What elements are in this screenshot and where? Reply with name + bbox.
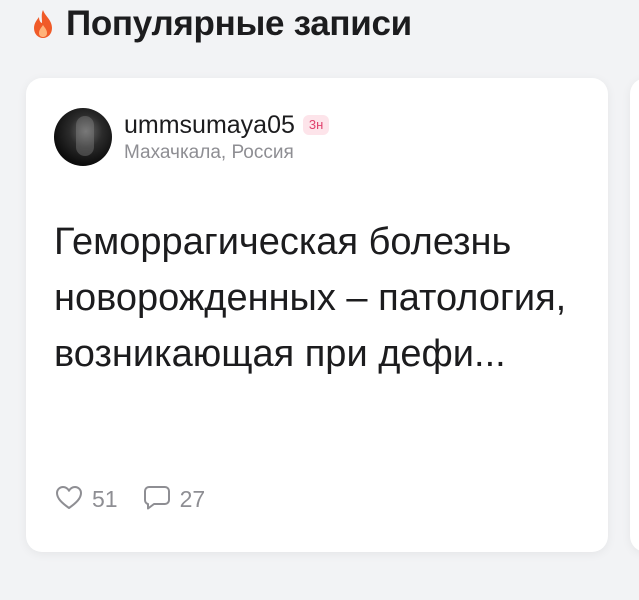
section-header: Популярные записи: [30, 0, 412, 48]
heart-icon: [54, 483, 84, 516]
fire-icon: [30, 9, 56, 39]
like-button[interactable]: 51: [54, 483, 118, 516]
comment-button[interactable]: 27: [142, 483, 206, 516]
author-row: ummsumaya05 3н: [124, 111, 330, 140]
avatar[interactable]: [54, 108, 112, 166]
next-post-card[interactable]: [630, 78, 639, 552]
author-location: Махачкала, Россия: [124, 141, 294, 163]
like-count: 51: [92, 486, 118, 512]
author-username[interactable]: ummsumaya05: [124, 111, 295, 140]
author-text: ummsumaya05 3н Махачкала, Россия: [124, 111, 330, 164]
post-author[interactable]: ummsumaya05 3н Махачкала, Россия: [54, 108, 330, 166]
time-badge: 3н: [302, 115, 330, 135]
comment-count: 27: [179, 486, 206, 512]
post-text[interactable]: Геморрагическая болезнь новорожденных – …: [54, 214, 594, 382]
section-title: Популярные записи: [66, 4, 412, 43]
post-stats: 51 27: [54, 483, 205, 516]
post-card[interactable]: ummsumaya05 3н Махачкала, Россия Геморра…: [26, 78, 608, 552]
page: Популярные записи ummsumaya05 3н Махачка…: [0, 0, 639, 600]
comment-icon: [142, 483, 172, 516]
